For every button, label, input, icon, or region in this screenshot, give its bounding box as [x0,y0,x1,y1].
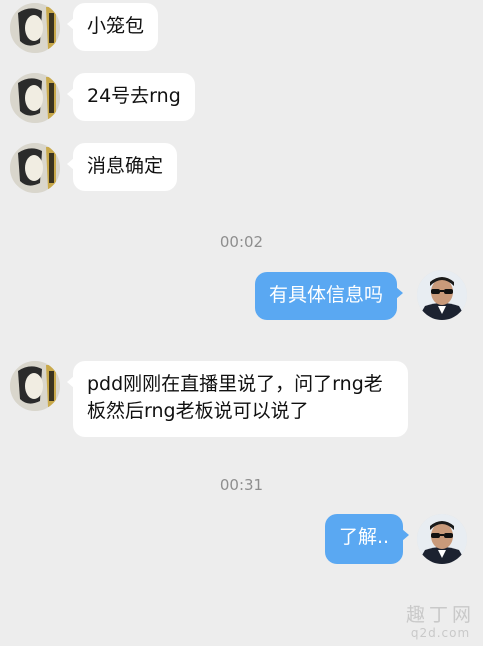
contact-avatar[interactable] [10,143,60,193]
message-text: 有具体信息吗 [269,284,384,306]
message-text: 24号去rng [87,85,181,107]
chat-view: 小笼包 24号去rng 消息确定 00:02 有具体信息吗 pdd刚刚在直播里说… [0,0,483,646]
contact-avatar-image [10,3,60,53]
contact-avatar-image [10,73,60,123]
self-avatar-image [417,514,467,564]
contact-avatar-image [10,143,60,193]
watermark-cn: 趣丁网 [405,604,475,626]
contact-avatar[interactable] [10,73,60,123]
message-text: 小笼包 [87,15,145,37]
contact-avatar[interactable] [10,361,60,411]
message-bubble-incoming[interactable]: 小笼包 [66,3,159,51]
message-bubble-incoming[interactable]: 24号去rng [67,73,195,121]
contact-avatar-image [10,361,60,411]
watermark-en: q2d.com [410,626,471,640]
contact-avatar[interactable] [10,3,60,53]
self-avatar[interactable] [417,514,467,564]
self-avatar[interactable] [417,270,467,320]
message-bubble-incoming[interactable]: 消息确定 [66,143,178,191]
message-text: pdd刚刚在直播里说了，问了rng老板然后rng老板说可以说了 [87,373,383,422]
message-timestamp: 00:02 [219,233,264,251]
message-bubble-incoming[interactable]: pdd刚刚在直播里说了，问了rng老板然后rng老板说可以说了 [67,361,408,437]
message-bubble-outgoing[interactable]: 有具体信息吗 [255,272,404,320]
self-avatar-image [417,270,467,320]
site-watermark: 趣丁网 q2d.com [406,604,475,640]
message-timestamp: 00:31 [219,476,264,494]
message-bubble-outgoing[interactable]: 了解.. [325,514,410,564]
message-text: 了解.. [339,526,390,548]
message-text: 消息确定 [87,155,164,177]
